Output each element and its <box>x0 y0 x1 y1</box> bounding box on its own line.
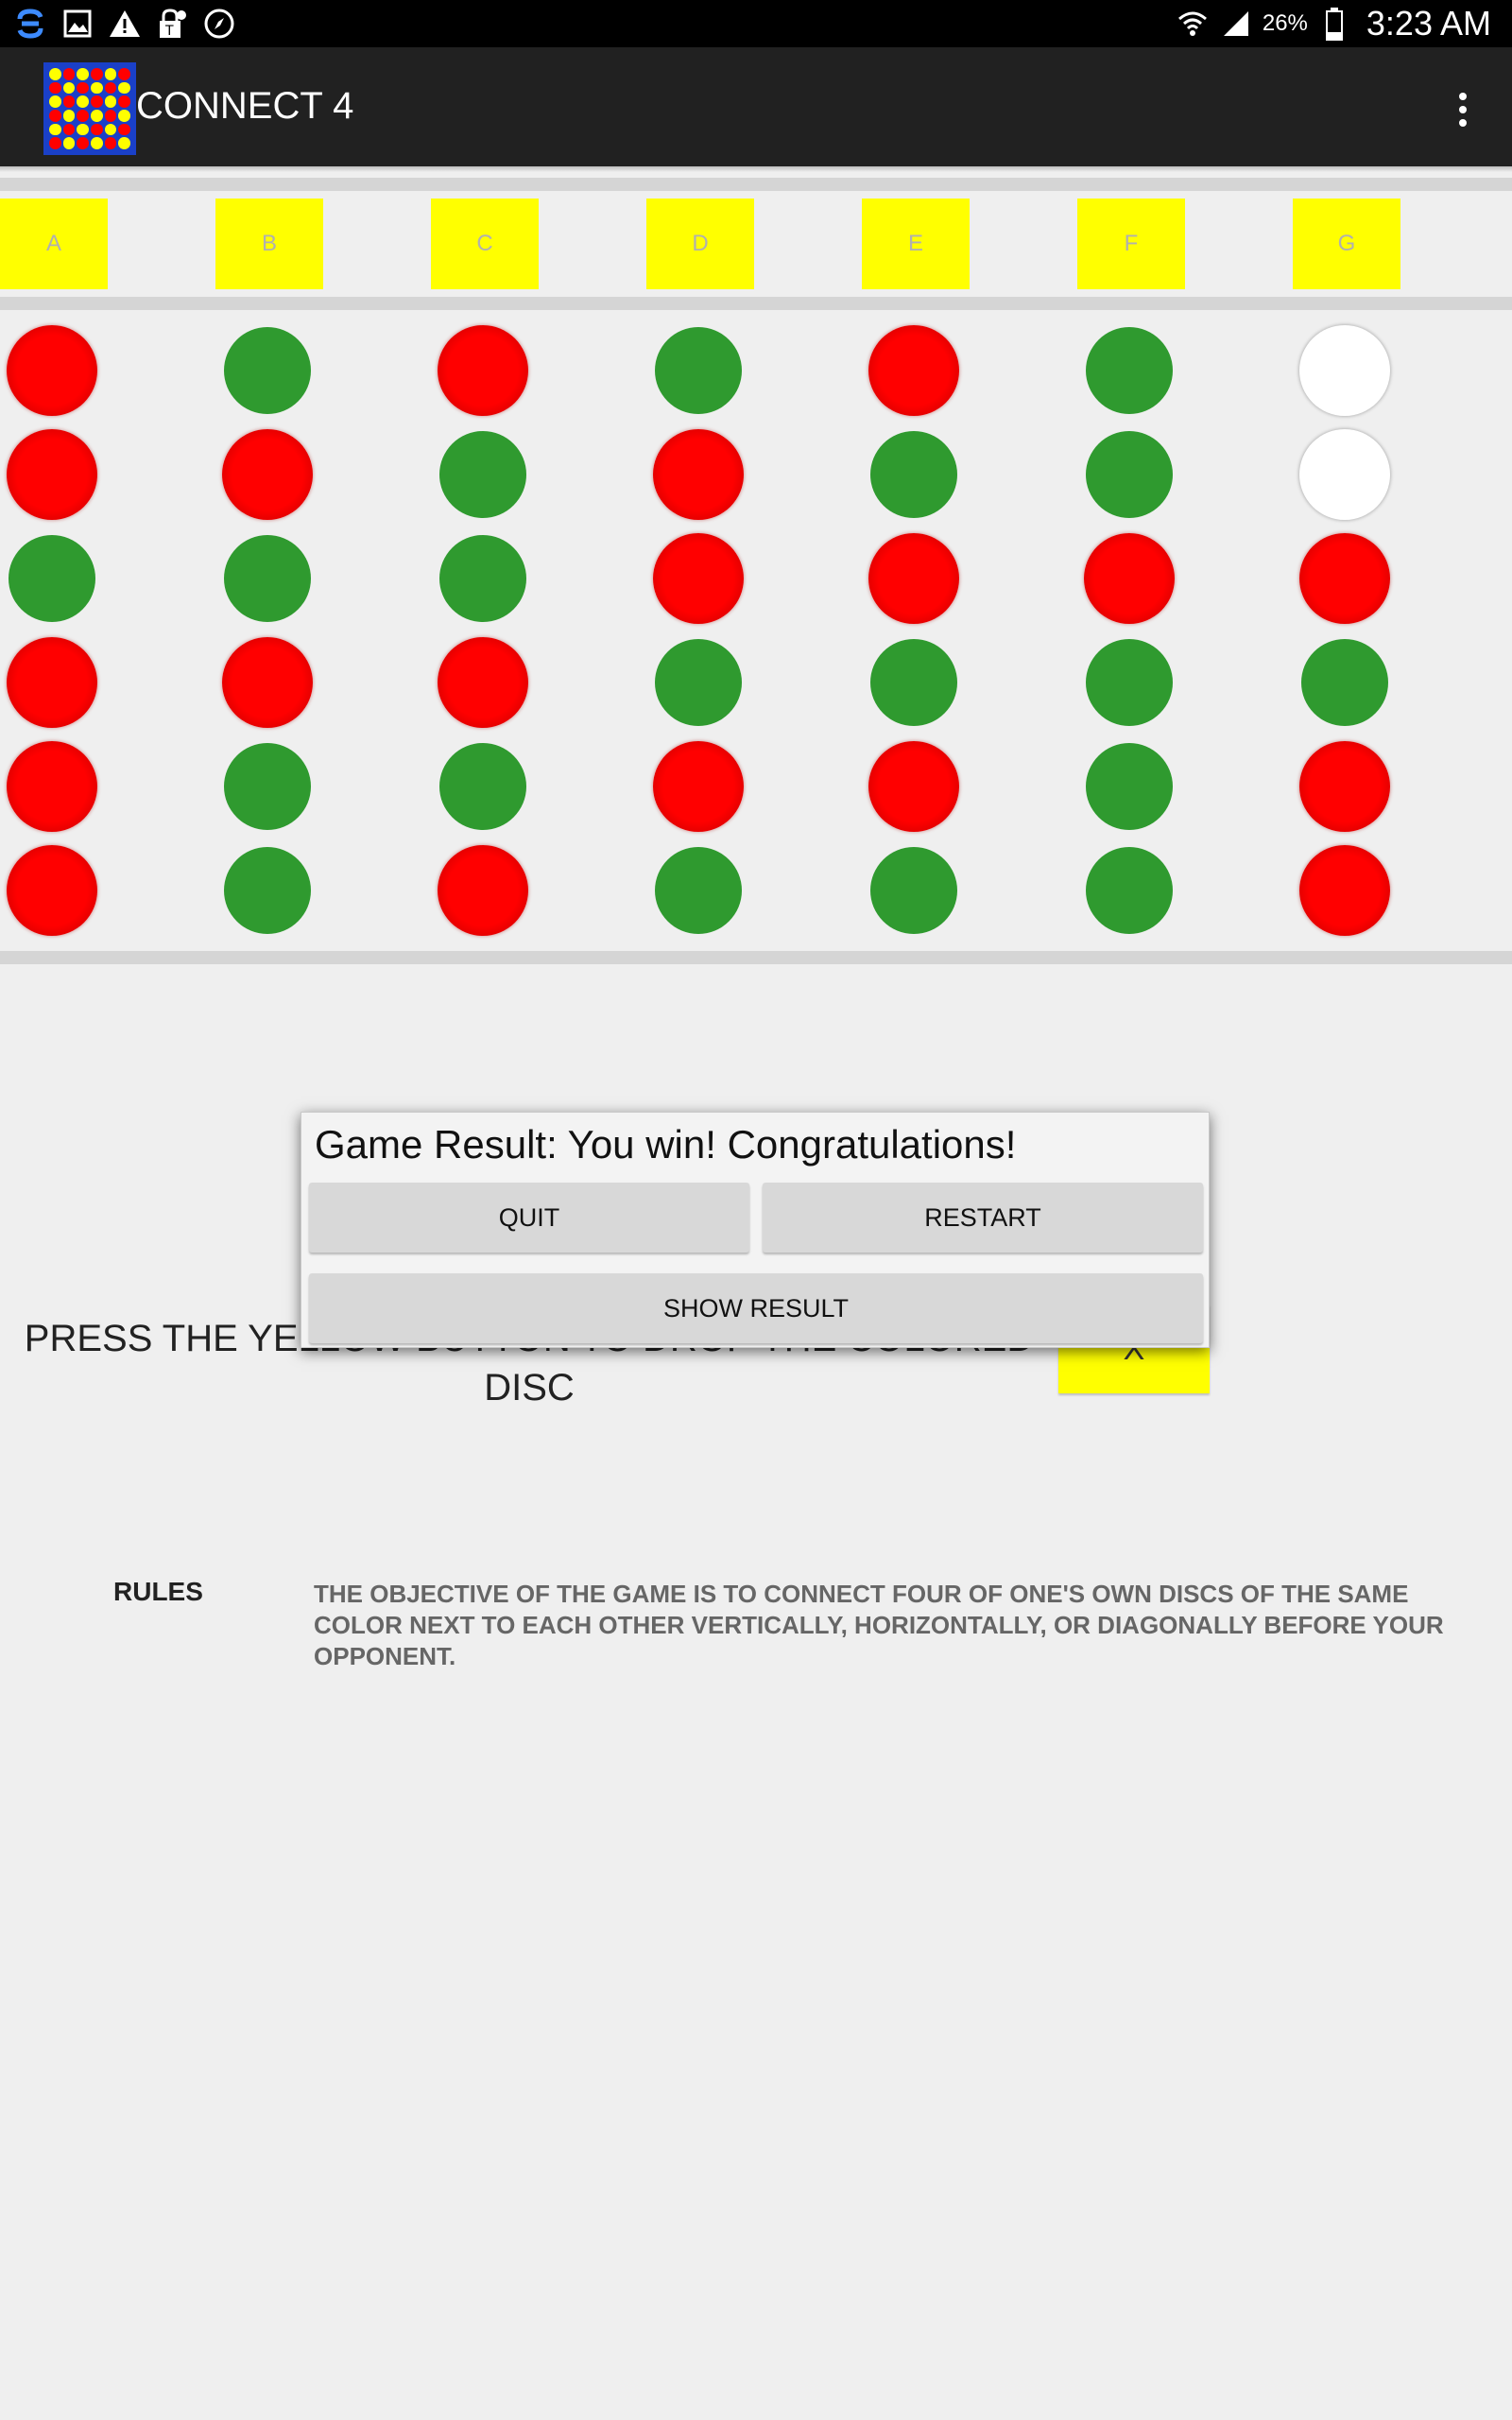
battery-percent: 26% <box>1262 10 1308 36</box>
compass-icon <box>202 7 236 41</box>
disc-red <box>7 325 97 416</box>
disc-green <box>1086 431 1173 518</box>
disc-green <box>439 743 526 830</box>
quit-button[interactable]: QUIT <box>309 1183 749 1253</box>
disc-green <box>439 535 526 622</box>
column-button-a[interactable]: A <box>0 199 108 289</box>
app-bar: CONNECT 4 <box>0 47 1512 166</box>
disc-red <box>1084 533 1175 624</box>
column-button-f[interactable]: F <box>1077 199 1185 289</box>
disc-red <box>868 533 959 624</box>
disc-red <box>438 325 528 416</box>
disc-red <box>868 325 959 416</box>
disc-red <box>222 429 313 520</box>
disc-red <box>7 845 97 936</box>
disc-red <box>653 429 744 520</box>
disc-white <box>1299 429 1390 520</box>
disc-green <box>224 327 311 414</box>
disc-red <box>1299 845 1390 936</box>
column-button-g[interactable]: G <box>1293 199 1400 289</box>
disc-red <box>222 637 313 728</box>
game-board <box>0 312 1512 951</box>
battery-icon <box>1317 7 1351 41</box>
image-icon <box>60 7 94 41</box>
column-button-b[interactable]: B <box>215 199 323 289</box>
disc-green <box>1086 847 1173 934</box>
disc-red <box>1299 533 1390 624</box>
disc-red <box>653 533 744 624</box>
disc-green <box>655 847 742 934</box>
disc-green <box>655 327 742 414</box>
column-button-e[interactable]: E <box>862 199 970 289</box>
disc-red <box>1299 741 1390 832</box>
overflow-menu-icon[interactable] <box>1452 91 1474 129</box>
game-result-dialog: Game Result: You win! Congratulations! Q… <box>301 1112 1210 1348</box>
disc-green <box>224 535 311 622</box>
board-divider-bottom <box>0 951 1512 964</box>
disc-red <box>7 429 97 520</box>
column-button-d[interactable]: D <box>646 199 754 289</box>
status-time: 3:23 AM <box>1366 4 1491 43</box>
restart-button[interactable]: RESTART <box>763 1183 1203 1253</box>
column-buttons: A B C D E F G <box>0 199 1512 289</box>
disc-red <box>7 637 97 728</box>
disc-green <box>1086 639 1173 726</box>
disc-green <box>439 431 526 518</box>
disc-green <box>1086 327 1173 414</box>
wifi-icon <box>1176 7 1210 41</box>
show-result-button[interactable]: SHOW RESULT <box>309 1273 1203 1343</box>
app-title: CONNECT 4 <box>136 85 354 127</box>
rules-heading: RULES <box>113 1577 203 1606</box>
disc-red <box>653 741 744 832</box>
disc-red <box>868 741 959 832</box>
disc-red <box>438 845 528 936</box>
system-icons: 26% 3:23 AM <box>1176 0 1491 47</box>
disc-green <box>870 847 957 934</box>
disc-red <box>7 741 97 832</box>
disc-green <box>224 847 311 934</box>
disc-green <box>870 431 957 518</box>
disc-green <box>870 639 957 726</box>
disc-green <box>1086 743 1173 830</box>
status-bar: T 26% 3:23 AM <box>0 0 1512 47</box>
app-bar-shadow <box>0 166 1512 172</box>
disc-green <box>1301 639 1388 726</box>
notification-icons: T <box>13 6 236 42</box>
board-divider-top <box>0 297 1512 310</box>
warning-icon <box>108 7 142 41</box>
svg-text:T: T <box>164 24 174 39</box>
sync-icon <box>13 7 47 41</box>
disc-green <box>224 743 311 830</box>
top-divider <box>0 178 1512 191</box>
disc-green <box>655 639 742 726</box>
disc-green <box>9 535 95 622</box>
column-button-c[interactable]: C <box>431 199 539 289</box>
disc-white <box>1299 325 1390 416</box>
rules-text: THE OBJECTIVE OF THE GAME IS TO CONNECT … <box>314 1580 1444 1670</box>
app-logo-icon <box>43 62 136 155</box>
disc-red <box>438 637 528 728</box>
signal-icon <box>1219 7 1253 41</box>
dialog-message: Game Result: You win! Congratulations! <box>315 1122 1017 1167</box>
tmobile-lock-icon: T <box>155 7 189 41</box>
